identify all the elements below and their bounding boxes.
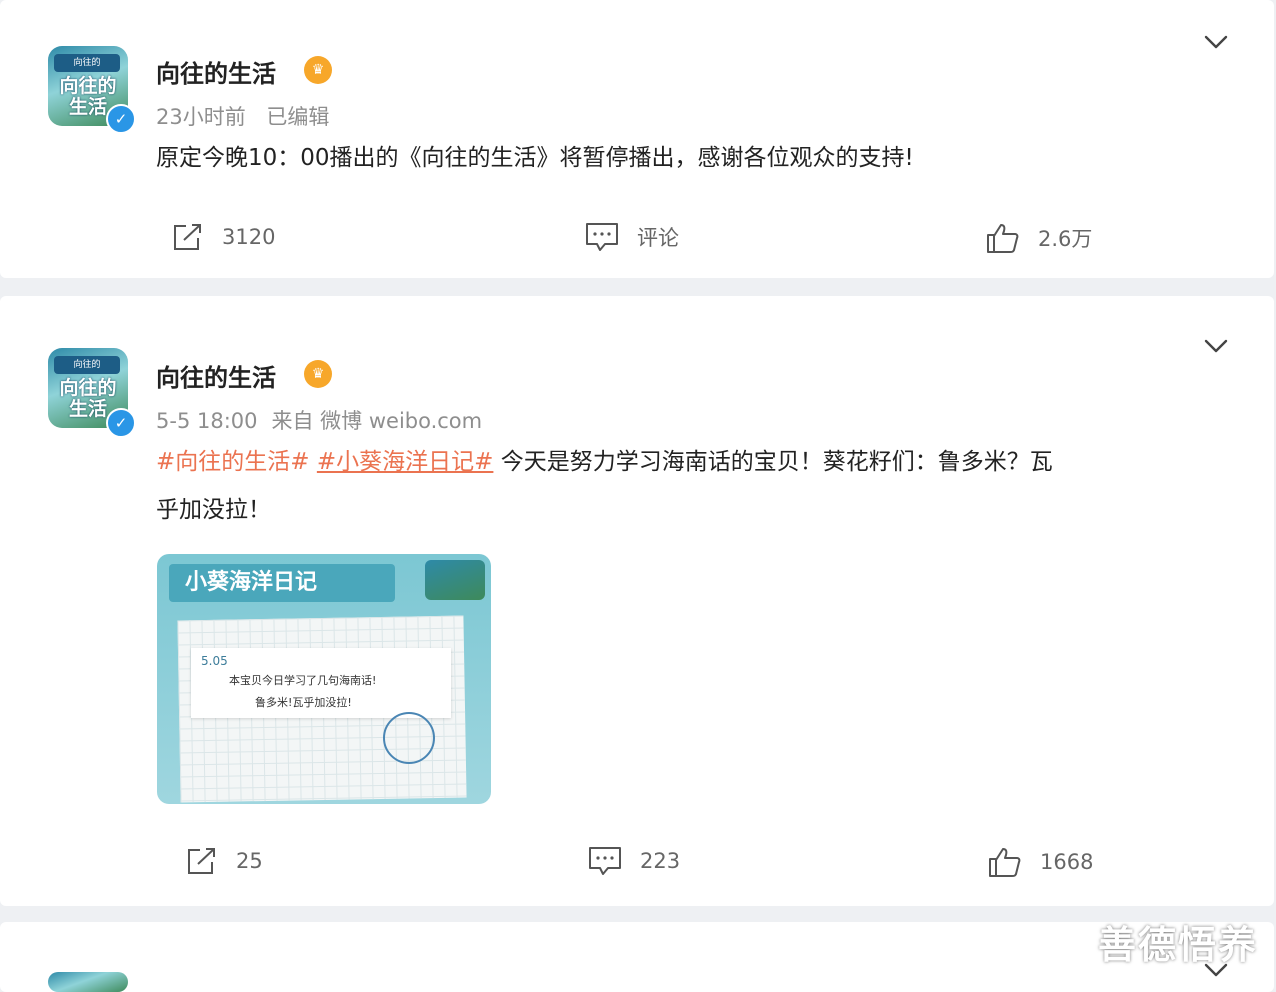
comment-button[interactable]: 评论: [585, 222, 679, 252]
repost-count: 3120: [222, 225, 276, 249]
repost-button[interactable]: 3120: [172, 222, 275, 252]
verified-icon: ✓: [106, 104, 136, 134]
post-meta: 23小时前 已编辑: [156, 101, 343, 131]
like-count: 1668: [1040, 850, 1094, 874]
chevron-down-icon[interactable]: [1202, 32, 1230, 52]
comment-count: 评论: [637, 226, 679, 250]
author-name[interactable]: 向往的生活: [156, 358, 276, 393]
like-count: 2.6万: [1038, 227, 1093, 251]
avatar-band: 向往的: [54, 54, 120, 72]
post-content: 原定今晚10：00播出的《向往的生活》将暂停播出，感谢各位观众的支持!: [156, 145, 914, 171]
repost-count: 25: [236, 849, 263, 873]
image-title: 小葵海洋日记: [169, 564, 395, 602]
comment-icon: [586, 223, 618, 251]
weibo-post: [0, 922, 1274, 992]
vip-crown-icon: ♛: [304, 360, 332, 388]
post-time[interactable]: 23小时前: [156, 105, 246, 129]
post-meta: 5-5 18:00 来自 微博 weibo.com: [156, 405, 496, 435]
post-text-line2: 乎加没拉！: [156, 497, 271, 523]
like-icon: [987, 224, 1019, 253]
repost-button[interactable]: 25: [186, 846, 263, 876]
verified-icon: ✓: [106, 408, 136, 438]
weibo-post: 向往的 向往的生活 ✓ 向往的生活 ♛ 23小时前 已编辑 原定今晚10：00播…: [0, 0, 1274, 278]
comment-count: 223: [640, 849, 681, 873]
comment-button[interactable]: 223: [588, 846, 680, 876]
repost-icon: [188, 848, 215, 874]
post-text: 今天是努力学习海南话的宝贝！葵花籽们：鲁多米？瓦: [493, 449, 1053, 475]
vip-crown-icon: ♛: [304, 56, 332, 84]
comment-icon: [589, 847, 621, 875]
hashtag-link[interactable]: #小葵海洋日记#: [317, 449, 494, 475]
watermark: 善德悟养: [1097, 923, 1258, 967]
avatar-band: 向往的: [54, 356, 120, 374]
like-icon: [989, 848, 1021, 877]
avatar[interactable]: [48, 972, 128, 992]
note-line: 本宝贝今日学习了几句海南话!: [229, 674, 377, 687]
stamp-icon: [383, 712, 435, 764]
edited-label[interactable]: 已编辑: [266, 105, 329, 129]
post-content: #向往的生活# #小葵海洋日记# 今天是努力学习海南话的宝贝！葵花籽们：鲁多米？…: [156, 438, 1236, 534]
like-button[interactable]: 1668: [988, 846, 1093, 878]
author-name[interactable]: 向往的生活: [156, 54, 276, 89]
chevron-down-icon[interactable]: [1202, 336, 1230, 356]
repost-icon: [174, 224, 201, 250]
weibo-post: 向往的 向往的生活 ✓ 向往的生活 ♛ 5-5 18:00 来自 微博 weibo…: [0, 296, 1274, 906]
note-date: 5.05: [201, 654, 228, 668]
like-button[interactable]: 2.6万: [986, 222, 1092, 254]
post-image[interactable]: 小葵海洋日记 5.05 本宝贝今日学习了几句海南话! 鲁多米!瓦乎加没拉!: [157, 554, 491, 804]
hashtag-link[interactable]: #向往的生活#: [156, 449, 310, 475]
post-source[interactable]: 来自 微博 weibo.com: [272, 409, 483, 433]
note-line: 鲁多米!瓦乎加没拉!: [255, 696, 352, 709]
post-time[interactable]: 5-5 18:00: [156, 409, 258, 433]
show-logo: [425, 560, 485, 600]
